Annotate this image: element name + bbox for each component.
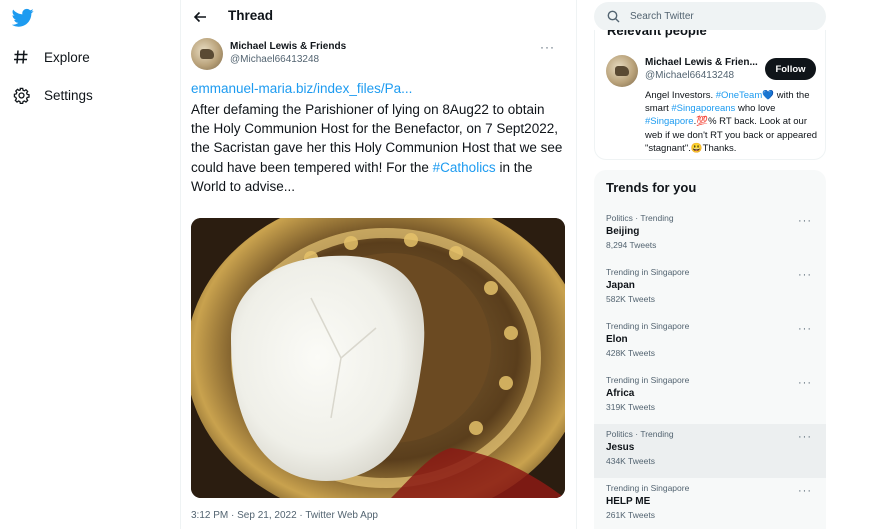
more-options-button[interactable]: ··· <box>798 215 812 227</box>
author-name[interactable]: Michael Lewis & Friends <box>230 41 346 52</box>
trend-count: 8,294 Tweets <box>606 240 657 250</box>
thread-header: Thread <box>181 0 578 34</box>
trend-name: Beijing <box>606 226 640 237</box>
gear-icon <box>12 86 30 104</box>
trend-name: HELP ME <box>606 496 651 507</box>
nav-explore[interactable]: Explore <box>12 44 90 70</box>
left-navigation: Explore Settings <box>0 0 180 529</box>
trend-count: 582K Tweets <box>606 294 655 304</box>
trend-context: Politics · Trending <box>606 213 674 223</box>
bio-hashtag[interactable]: #Singapore <box>645 116 694 127</box>
bio-text: who love <box>735 103 776 115</box>
more-options-button[interactable]: ··· <box>798 269 812 281</box>
avatar[interactable] <box>191 38 223 70</box>
relevant-people-title: Relevant people <box>607 30 707 38</box>
more-options-button[interactable]: ··· <box>798 485 812 497</box>
follow-button[interactable]: Follow <box>765 58 816 80</box>
tweet-author: Michael Lewis & Friends @Michael66413248… <box>191 38 571 72</box>
nav-settings-label: Settings <box>44 87 93 103</box>
trend-count: 428K Tweets <box>606 348 655 358</box>
trend-count: 261K Tweets <box>606 510 655 520</box>
trend-context: Trending in Singapore <box>606 483 690 493</box>
page-title: Thread <box>228 8 274 23</box>
bio-hashtag[interactable]: #OneTeam <box>716 90 762 101</box>
trends-panel: Trends for you Politics · Trending Beiji… <box>594 170 826 529</box>
hashtag-link[interactable]: #Catholics <box>433 160 496 175</box>
author-handle: @Michael66413248 <box>230 54 320 65</box>
search-bar[interactable] <box>594 2 826 31</box>
trend-item[interactable]: Trending in Singapore Africa 319K Tweets… <box>594 370 826 424</box>
more-options-button[interactable]: ··· <box>798 377 812 389</box>
tweet-link[interactable]: emmanuel-maria.biz/index_files/Pa... <box>191 81 412 96</box>
bio-text: Angel Investors. <box>645 90 716 101</box>
relevant-person-name[interactable]: Michael Lewis & Frien... <box>645 57 758 68</box>
trend-item[interactable]: Trending in Singapore Elon 428K Tweets ·… <box>594 316 826 370</box>
trend-context: Politics · Trending <box>606 429 674 439</box>
trend-name: Africa <box>606 388 635 399</box>
avatar[interactable] <box>606 55 638 87</box>
trend-name: Elon <box>606 334 628 345</box>
back-arrow-icon[interactable] <box>191 8 209 26</box>
more-options-button[interactable]: ··· <box>798 323 812 335</box>
sidebar-right: Relevant people Michael Lewis & Frien...… <box>594 0 826 529</box>
trend-item[interactable]: Trending in Singapore Japan 582K Tweets … <box>594 262 826 316</box>
heart-icon: 💙 <box>762 90 775 101</box>
tweet-text: After defaming the Parishioner of lying … <box>191 100 566 196</box>
trends-title: Trends for you <box>606 180 697 195</box>
trend-context: Trending in Singapore <box>606 375 690 385</box>
trend-name: Japan <box>606 280 635 291</box>
relevant-person-bio: Angel Investors. #OneTeam💙 with the smar… <box>645 89 820 155</box>
more-options-button[interactable]: ··· <box>798 431 812 443</box>
thread-column: Thread Michael Lewis & Friends @Michael6… <box>180 0 577 529</box>
twitter-bird-icon[interactable] <box>11 8 34 28</box>
trend-count: 434K Tweets <box>606 456 655 466</box>
nav-settings[interactable]: Settings <box>12 82 93 108</box>
relevant-people-panel: Relevant people Michael Lewis & Frien...… <box>594 30 826 160</box>
trend-item[interactable]: Trending in Singapore HELP ME 261K Tweet… <box>594 478 826 529</box>
bio-hashtag[interactable]: #Singaporeans <box>671 103 735 114</box>
trend-item[interactable]: Politics · Trending Beijing 8,294 Tweets… <box>594 208 826 262</box>
trend-name: Jesus <box>606 442 635 453</box>
trend-context: Trending in Singapore <box>606 267 690 277</box>
hashtag-icon <box>12 48 30 66</box>
search-icon <box>607 10 620 23</box>
trend-count: 319K Tweets <box>606 402 655 412</box>
tweet-timestamp[interactable]: 3:12 PM · Sep 21, 2022 · Twitter Web App <box>191 510 378 521</box>
trend-item[interactable]: Politics · Trending Jesus 434K Tweets ··… <box>594 424 826 478</box>
tweet-photo[interactable] <box>191 218 565 498</box>
search-input[interactable] <box>630 8 810 25</box>
more-options-button[interactable]: ··· <box>540 40 555 54</box>
relevant-person-handle: @Michael66413248 <box>645 70 735 81</box>
nav-explore-label: Explore <box>44 49 90 65</box>
trend-context: Trending in Singapore <box>606 321 690 331</box>
